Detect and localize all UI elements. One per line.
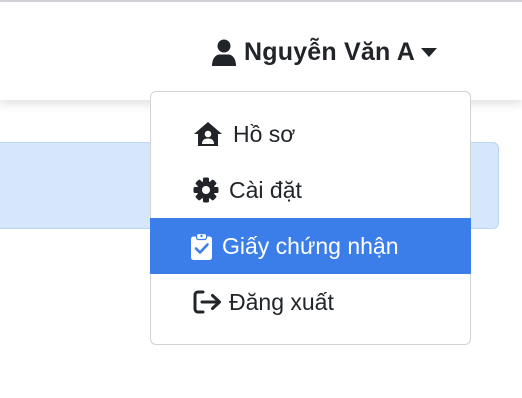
menu-item-settings[interactable]: Cài đặt xyxy=(151,162,470,218)
house-user-icon xyxy=(193,120,227,148)
gear-icon xyxy=(193,176,223,204)
user-dropdown-menu: Hồ sơ Cài đặt Giấy chứng nhận Đăng xuất xyxy=(150,91,471,345)
user-menu-toggle[interactable]: Nguyễn Văn A xyxy=(212,34,437,70)
user-name: Nguyễn Văn A xyxy=(244,37,415,66)
menu-item-label: Cài đặt xyxy=(229,176,302,203)
menu-item-label: Giấy chứng nhận xyxy=(222,232,399,259)
menu-item-label: Đăng xuất xyxy=(229,288,334,315)
menu-item-logout[interactable]: Đăng xuất xyxy=(151,274,470,330)
menu-item-label: Hồ sơ xyxy=(233,120,296,147)
page: Nguyễn Văn A Hồ sơ Cài đặt Giấy chứng nh… xyxy=(0,0,522,398)
sign-out-icon xyxy=(193,288,223,316)
user-icon xyxy=(212,38,236,66)
clipboard-check-icon xyxy=(191,232,216,260)
menu-item-profile[interactable]: Hồ sơ xyxy=(151,106,470,162)
menu-item-certificate[interactable]: Giấy chứng nhận xyxy=(150,218,471,274)
navbar: Nguyễn Văn A xyxy=(0,2,522,100)
caret-down-icon xyxy=(420,47,437,57)
